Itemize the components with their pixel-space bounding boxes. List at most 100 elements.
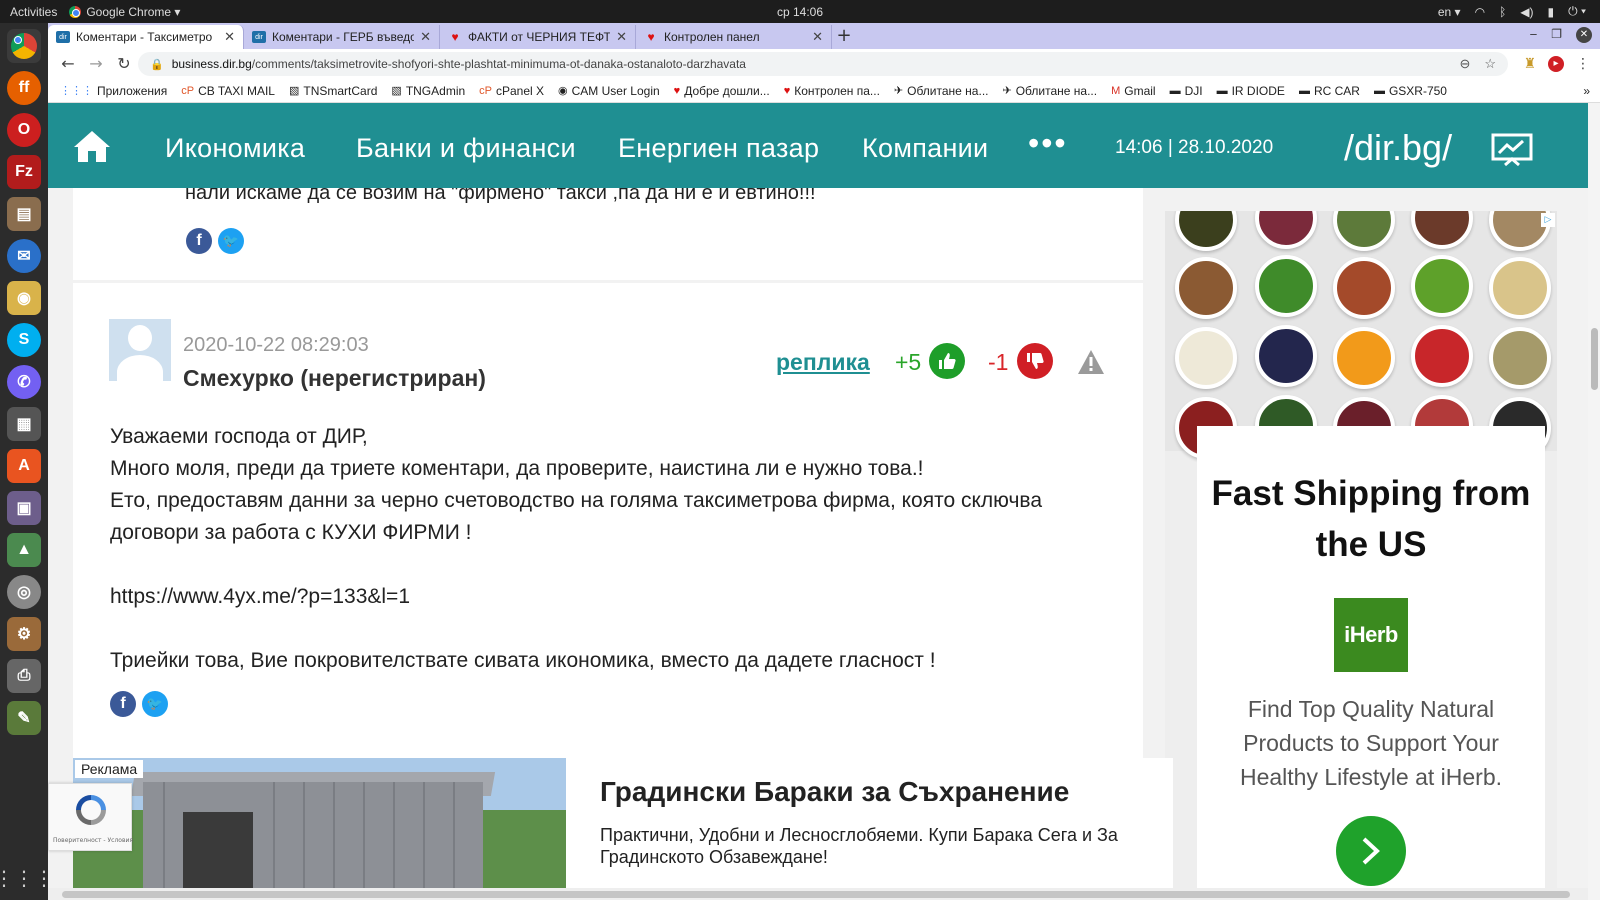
bookmarks-overflow-icon[interactable]: » [1583,84,1590,98]
language-indicator[interactable]: en ▾ [1438,5,1461,19]
side-ad-go-button[interactable] [1336,816,1406,886]
printer-launcher-icon[interactable]: ⎙ [7,659,41,693]
tab-control-panel[interactable]: ♥ Контролен панел ✕ [636,25,832,49]
reload-icon[interactable]: ↻ [112,52,136,76]
recaptcha-links[interactable]: Поверителност - Условия [53,837,133,844]
dir-bg-logo[interactable]: /dir.bg/ [1344,127,1452,169]
wifi-icon[interactable]: ◠ [1475,5,1485,19]
restore-icon[interactable]: ❐ [1551,27,1562,43]
facebook-share-icon[interactable]: f [110,691,136,717]
calculator-launcher-icon[interactable]: ▦ [7,407,41,441]
comment-link[interactable]: https://www.4yx.me/?p=133&l=1 [110,581,1120,613]
adchoices-icon[interactable]: ▷ [1541,213,1555,227]
tab-close-icon[interactable]: ✕ [616,29,627,45]
bookmark-gmail[interactable]: M Gmail [1111,84,1156,98]
side-advertisement[interactable]: ▷ Fast Shipping from the US iHerb Find T… [1165,211,1557,888]
tab-close-icon[interactable]: ✕ [420,29,431,45]
bottom-advertisement[interactable]: Реклама Градински Бараки за Съхранение П… [73,758,1173,888]
system-tray[interactable]: en ▾ ◠ ᛒ ◀) ▮ ⏻ ▾ [1438,4,1586,19]
volume-icon[interactable]: ◀) [1520,5,1533,19]
image-viewer-launcher-icon[interactable]: ▲ [7,533,41,567]
forward-icon[interactable]: → [84,52,108,76]
zoom-icon[interactable]: ⊖ [1459,56,1470,72]
business-chart-icon[interactable] [1491,133,1533,167]
files-launcher-icon[interactable]: ▤ [7,197,41,231]
dislike-button[interactable] [1017,343,1053,379]
system-clock[interactable]: ср 14:06 [0,5,1600,19]
facebook-share-icon[interactable]: f [186,228,212,254]
reply-link[interactable]: реплика [776,349,870,376]
battery-icon[interactable]: ▮ [1548,5,1555,19]
system-tool-launcher-icon[interactable]: ✎ [7,701,41,735]
bluetooth-icon[interactable]: ᛒ [1499,5,1506,19]
video-editor-launcher-icon[interactable]: ▣ [7,491,41,525]
nav-banks-finance[interactable]: Банки и финанси [356,133,576,164]
bookmark-cpanel[interactable]: cP cPanel X [479,84,544,98]
bookmark-folder-ir-diode[interactable]: ▬ IR DIODE [1217,84,1285,98]
ad-description: Практични, Удобни и Лесносглобяеми. Купи… [600,825,1118,867]
filezilla-launcher-icon[interactable]: Fz [7,155,41,189]
bookmark-flight-2[interactable]: ✈ Облитане на... [1003,84,1098,98]
nav-economy[interactable]: Икономика [165,133,305,164]
bookmark-flight-1[interactable]: ✈ Облитане на... [894,84,989,98]
report-warning-icon[interactable] [1077,349,1105,375]
bookmark-apps[interactable]: ⋮⋮⋮ Приложения [60,84,167,98]
disc-launcher-icon[interactable]: ◎ [7,575,41,609]
bookmark-tnsmartcard[interactable]: ▧ TNSmartCard [289,84,377,98]
app-menu[interactable]: Google Chrome ▾ [69,5,180,19]
os-top-bar: Activities Google Chrome ▾ ср 14:06 en ▾… [0,0,1600,23]
software-center-launcher-icon[interactable]: A [7,449,41,483]
bookmark-folder-dji[interactable]: ▬ DJI [1170,84,1203,98]
bookmark-control-panel[interactable]: ♥ Контролен па... [784,84,880,98]
activities-button[interactable]: Activities [0,5,69,19]
comment-line: Много моля, преди да триете коментари, д… [110,457,924,480]
profile-avatar-icon[interactable]: ▸ [1548,56,1564,72]
vertical-scrollbar[interactable] [1588,103,1600,900]
recaptcha-badge[interactable]: Поверителност - Условия [48,783,133,851]
twitter-share-icon[interactable]: 🐦 [142,691,168,717]
back-icon[interactable]: ← [56,52,80,76]
chrome-launcher-icon[interactable] [7,29,41,63]
show-apps-icon[interactable]: ⋮⋮⋮ [0,866,54,890]
tab-close-icon[interactable]: ✕ [812,29,823,45]
like-button[interactable] [929,343,965,379]
bookmark-star-icon[interactable]: ☆ [1484,56,1496,72]
url-host: business.dir.bg [171,57,252,71]
more-menu-icon[interactable]: ••• [1028,125,1068,162]
power-menu-icon[interactable]: ⏻ ▾ [1568,4,1586,19]
home-icon[interactable] [72,129,112,163]
bookmark-folder-rc-car[interactable]: ▬ RC CAR [1299,84,1360,98]
twitter-share-icon[interactable]: 🐦 [218,228,244,254]
chrome-menu-icon[interactable]: ⋮ [1576,56,1590,72]
skype-launcher-icon[interactable]: S [7,323,41,357]
tab-close-icon[interactable]: ✕ [224,29,235,45]
tab-comments-gerb[interactable]: dir Коментари - ГЕРБ въведо ✕ [244,25,440,49]
bookmark-tngadmin[interactable]: ▧ TNGAdmin [391,84,465,98]
thunderbird-launcher-icon[interactable]: ✉ [7,239,41,273]
address-bar[interactable]: 🔒 business.dir.bg/comments/taksimetrovit… [138,52,1508,76]
bookmark-welcome[interactable]: ♥ Добре дошли... [674,84,770,98]
ad-title[interactable]: Градински Бараки за Съхранение [600,776,1069,808]
tab-comments-taxi[interactable]: dir Коментари - Таксиметро ✕ [48,25,244,49]
bookmark-label: Gmail [1124,83,1156,98]
tab-title: Коментари - Таксиметро [76,30,213,44]
extension-icon[interactable]: ♜ [1523,56,1536,72]
settings-launcher-icon[interactable]: ⚙ [7,617,41,651]
new-tab-button[interactable]: + [832,25,856,49]
bookmark-folder-gsxr[interactable]: ▬ GSXR-750 [1374,84,1447,98]
opera-launcher-icon[interactable]: O [7,113,41,147]
nav-energy-market[interactable]: Енергиен пазар [618,133,819,164]
close-window-icon[interactable]: ✕ [1576,27,1592,43]
bookmark-cb-taxi-mail[interactable]: cP CB TAXI MAIL [181,84,275,98]
nav-companies[interactable]: Компании [862,133,988,164]
rhythmbox-launcher-icon[interactable]: ◉ [7,281,41,315]
horizontal-scrollbar[interactable] [48,888,1588,900]
firefox-launcher-icon[interactable]: ff [7,71,41,105]
minimize-icon[interactable]: ‒ [1530,27,1538,43]
apps-icon: ⋮⋮⋮ [60,85,93,97]
tab-fakti[interactable]: ♥ ФАКТИ от ЧЕРНИЯ ТЕФТ ✕ [440,25,636,49]
bookmark-cam-login[interactable]: ◉ CAM User Login [558,84,660,98]
viber-launcher-icon[interactable]: ✆ [7,365,41,399]
bookmark-label: DJI [1184,83,1203,98]
lock-icon[interactable]: 🔒 [150,58,164,71]
